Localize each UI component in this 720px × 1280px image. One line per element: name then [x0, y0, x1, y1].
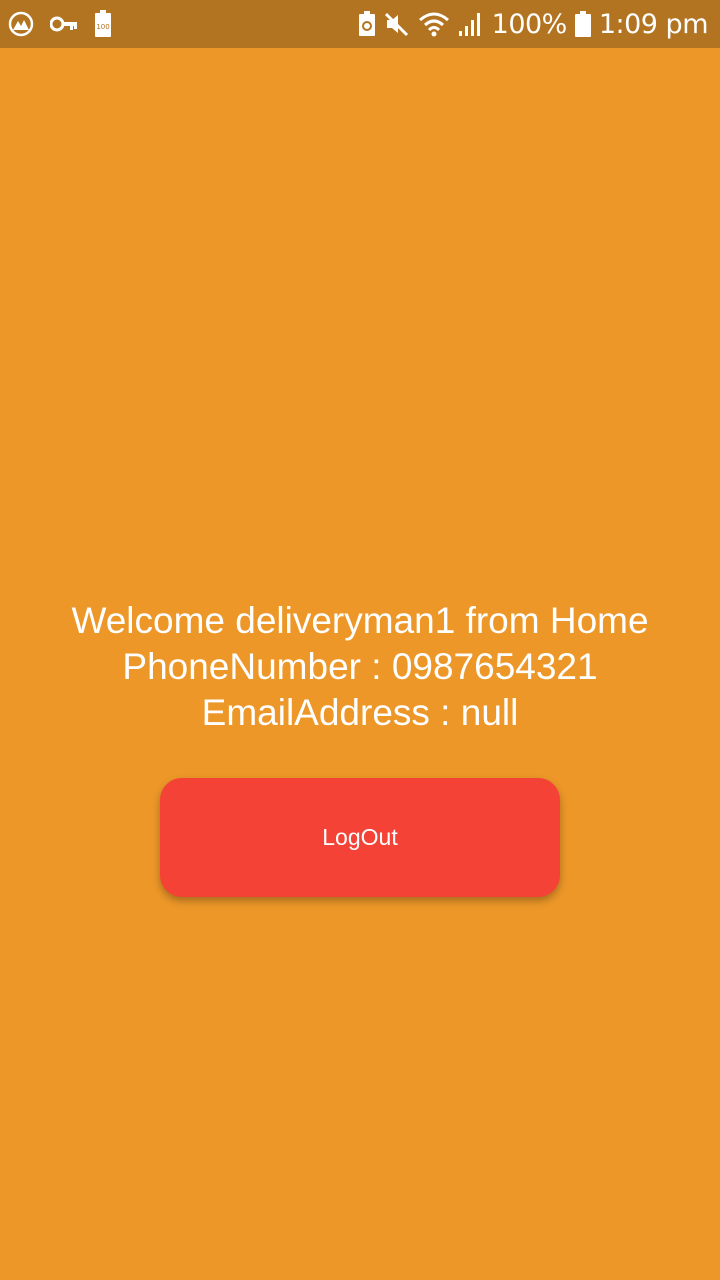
status-bar: 100 100% 1:09 pm [0, 0, 720, 48]
phone-number-text: PhoneNumber : 0987654321 [122, 646, 598, 687]
clock-time: 1:09 pm [598, 8, 709, 40]
user-info: Welcome deliveryman1 from Home PhoneNumb… [0, 598, 720, 736]
battery-icon [574, 11, 591, 37]
key-icon [50, 15, 78, 33]
logout-button[interactable]: LogOut [160, 778, 560, 897]
battery-percent: 100% [491, 8, 568, 40]
battery-saver-100-icon: 100 [94, 10, 112, 38]
mute-icon [384, 11, 410, 37]
status-bar-left: 100 [8, 0, 112, 48]
welcome-text: Welcome deliveryman1 from Home [71, 600, 649, 641]
svg-text:100: 100 [96, 23, 109, 31]
email-address-text: EmailAddress : null [201, 692, 519, 733]
status-bar-right: 100% 1:09 pm [358, 0, 709, 48]
signal-icon [458, 11, 484, 37]
wifi-icon [418, 11, 450, 37]
battery-info-icon [358, 11, 376, 37]
vpn-app-icon [8, 11, 34, 37]
logout-button-label: LogOut [322, 824, 398, 850]
